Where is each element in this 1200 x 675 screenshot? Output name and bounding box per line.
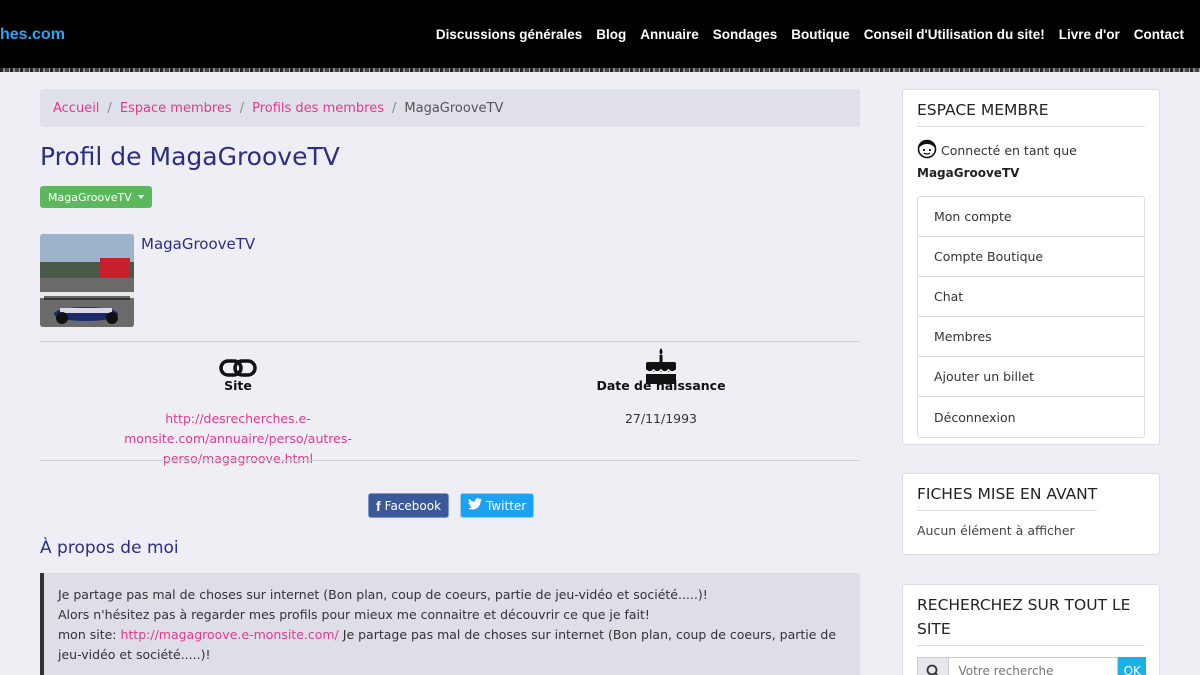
menu-item-mon-compte[interactable]: Mon compte: [918, 197, 1144, 237]
menu-item-ajouter-billet[interactable]: Ajouter un billet: [918, 357, 1144, 397]
birthdate-label: Date de naissance: [596, 378, 726, 393]
avatar: [40, 234, 134, 327]
breadcrumb-profils[interactable]: Profils des membres: [252, 101, 384, 116]
breadcrumb-espace-membres[interactable]: Espace membres: [120, 101, 232, 116]
twitter-share-label: Twitter: [486, 498, 527, 513]
search-input[interactable]: [949, 657, 1119, 675]
connected-username: MagaGrooveTV: [917, 166, 1020, 180]
featured-empty-note: Aucun élément à afficher: [917, 523, 1075, 538]
search-icon: [926, 664, 939, 675]
member-widget-title: ESPACE MEMBRE: [917, 98, 1145, 127]
site-logo[interactable]: hes.com: [0, 26, 65, 44]
nav-item-sondages[interactable]: Sondages: [713, 27, 778, 42]
about-title: À propos de moi: [40, 538, 179, 558]
menu-item-deconnexion[interactable]: Déconnexion: [918, 397, 1144, 437]
search-ok-button[interactable]: OK: [1118, 657, 1146, 675]
featured-widget: FICHES MISE EN AVANT Aucun élément à aff…: [902, 473, 1160, 555]
nav-item-contact[interactable]: Contact: [1134, 27, 1184, 42]
top-navbar: hes.com Discussions générales Blog Annua…: [0, 0, 1200, 72]
twitter-share-button[interactable]: Twitter: [460, 493, 535, 518]
divider: [40, 460, 860, 461]
search-widget-title: RECHERCHEZ SUR TOUT LE SITE: [917, 593, 1145, 646]
user-dropdown-button[interactable]: MagaGrooveTV: [40, 186, 152, 208]
breadcrumb-separator: /: [392, 100, 397, 116]
about-text: Je partage pas mal de choses sur interne…: [40, 573, 860, 675]
breadcrumb-accueil[interactable]: Accueil: [53, 101, 99, 116]
user-dropdown-label: MagaGrooveTV: [48, 190, 132, 204]
facebook-share-button[interactable]: f Facebook: [368, 493, 450, 518]
member-menu: Mon compte Compte Boutique Chat Membres …: [917, 196, 1145, 438]
birthdate-value: 27/11/1993: [624, 411, 698, 426]
breadcrumb: Accueil / Espace membres / Profils des m…: [40, 89, 860, 127]
facebook-icon: f: [376, 497, 381, 514]
nav-item-livre-dor[interactable]: Livre d'or: [1059, 27, 1120, 42]
user-face-icon: [917, 139, 937, 162]
menu-item-compte-boutique[interactable]: Compte Boutique: [918, 237, 1144, 277]
connected-text: Connecté en tant que: [941, 143, 1077, 158]
breadcrumb-separator: /: [239, 100, 245, 116]
nav-item-boutique[interactable]: Boutique: [791, 27, 850, 42]
birthday-cake-icon: [456, 348, 866, 384]
header-banner-image: [0, 68, 1200, 72]
profile-name: MagaGrooveTV: [141, 235, 256, 253]
search-widget: RECHERCHEZ SUR TOUT LE SITE OK: [902, 584, 1160, 675]
page-title: Profil de MagaGrooveTV: [40, 142, 340, 171]
nav-item-annuaire[interactable]: Annuaire: [640, 27, 699, 42]
nav-item-blog[interactable]: Blog: [596, 27, 626, 42]
site-info: Site http://desrecherches.e-monsite.com/…: [33, 350, 443, 469]
caret-down-icon: [137, 195, 144, 199]
search-icon-button[interactable]: [917, 657, 950, 675]
nav-item-discussions[interactable]: Discussions générales: [436, 27, 582, 42]
twitter-icon: [468, 498, 482, 513]
about-site-link[interactable]: http://magagroove.e-monsite.com/: [120, 627, 338, 642]
search-form: OK: [917, 657, 1146, 675]
link-icon: [33, 350, 443, 378]
breadcrumb-separator: /: [107, 100, 112, 116]
birthdate-info: Date de naissance 27/11/1993: [456, 348, 866, 429]
breadcrumb-current: MagaGrooveTV: [404, 100, 504, 116]
site-label: Site: [224, 378, 252, 393]
divider: [40, 341, 860, 342]
about-line: Je partage pas mal de choses sur interne…: [58, 587, 708, 602]
menu-item-chat[interactable]: Chat: [918, 277, 1144, 317]
about-prefix: mon site:: [58, 627, 121, 642]
about-line: mon site: http://magagroove.e-monsite.co…: [58, 625, 846, 665]
nav-item-conseil[interactable]: Conseil d'Utilisation du site!: [864, 27, 1045, 42]
about-line: Alors n'hésitez pas à regarder mes profi…: [58, 607, 650, 622]
site-link[interactable]: http://desrecherches.e-monsite.com/annua…: [124, 411, 352, 466]
facebook-share-label: Facebook: [384, 498, 442, 513]
menu-item-membres[interactable]: Membres: [918, 317, 1144, 357]
featured-widget-title: FICHES MISE EN AVANT: [917, 482, 1098, 511]
member-widget: ESPACE MEMBRE Connecté en tant que MagaG…: [902, 89, 1160, 445]
main-nav: Discussions générales Blog Annuaire Sond…: [436, 27, 1184, 42]
